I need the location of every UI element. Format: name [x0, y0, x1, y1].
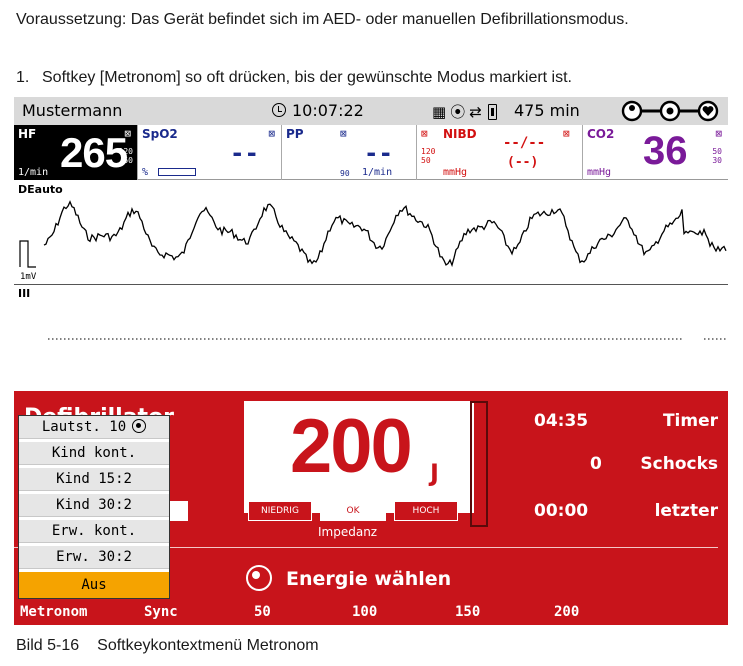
- caption-text: Softkeykontextmenü Metronom: [97, 637, 319, 654]
- impedance-ok: OK: [320, 501, 386, 521]
- co2-value: 36: [643, 129, 688, 173]
- alarm-off-icon: ⊠: [563, 127, 570, 140]
- clock-time: 10:07:22: [292, 101, 364, 120]
- alarm-off-icon: ⊠: [340, 127, 347, 140]
- pp-tile[interactable]: PP ⊠ -- 90 1/min: [282, 125, 417, 180]
- alarm-off-icon: ⊠: [421, 127, 428, 140]
- hr-unit: 1/min: [18, 167, 49, 178]
- timer-label: Timer: [662, 411, 718, 431]
- nibd-limits: 120 50: [421, 147, 436, 165]
- battery-runtime: 475 min: [514, 101, 580, 120]
- parameter-row: HF ⊠ 265 120 50 1/min SpO2 ⊠ -- % PP ⊠ --…: [14, 125, 728, 180]
- monitor-screen: Mustermann 10:07:22 ▦⦿⇄ 475 min HF ⊠ 265…: [14, 97, 728, 625]
- calibration-pulse: [19, 240, 36, 268]
- spo2-label: SpO2: [142, 127, 178, 141]
- co2-limits: 50 30: [712, 147, 722, 165]
- last-shock-value: 00:00: [534, 501, 589, 521]
- nibd-mean: (--): [507, 155, 539, 170]
- patient-name[interactable]: Mustermann: [22, 101, 122, 120]
- nibd-tile[interactable]: ⊠ NIBD 120 50 mmHg --/-- (--) ⊠: [417, 125, 583, 180]
- co2-label: CO2: [587, 127, 615, 141]
- panel-field: [168, 501, 188, 521]
- spo2-unit: %: [142, 167, 149, 178]
- menu-item-adult-30-2[interactable]: Erw. 30:2: [19, 546, 169, 569]
- impedance-label: Impedanz: [318, 525, 378, 539]
- step-text: Softkey [Metronom] so oft drücken, bis d…: [42, 69, 572, 86]
- softkey-metronom[interactable]: Metronom: [20, 604, 87, 620]
- step-instruction: 1. Softkey [Metronom] so oft drücken, bis…: [16, 68, 572, 87]
- menu-item-child-15-2[interactable]: Kind 15:2: [19, 468, 169, 491]
- menu-item-off[interactable]: Aus: [19, 572, 169, 598]
- shocks-value: 0: [590, 454, 602, 474]
- ecg-lead-1: DEauto 1mV: [14, 181, 728, 285]
- pp-unit: 1/min: [362, 167, 393, 178]
- intro-text: Voraussetzung: Das Gerät befindet sich i…: [16, 11, 629, 28]
- hr-limits: 120 50: [118, 147, 133, 165]
- hr-value: 265: [60, 129, 128, 176]
- rotary-knob-icon: [246, 565, 272, 591]
- clock: 10:07:22: [272, 101, 364, 120]
- step-number: 1.: [16, 69, 30, 86]
- softkey-50[interactable]: 50: [254, 604, 271, 620]
- nibd-label: NIBD: [443, 127, 477, 141]
- ecg-lead-2: III: [14, 285, 728, 389]
- status-icons: ▦⦿⇄: [432, 101, 504, 122]
- softkey-bar: Metronom Sync 50 100 150 200: [14, 603, 728, 625]
- nibd-value: --/--: [503, 135, 546, 151]
- figure-caption: Bild 5-16 Softkeykontextmenü Metronom: [16, 636, 319, 655]
- impedance-low: NIEDRIG: [248, 501, 312, 521]
- softkey-100[interactable]: 100: [352, 604, 377, 620]
- menu-item-adult-continuous[interactable]: Erw. kont.: [19, 520, 169, 543]
- pp-limit: 90: [340, 169, 350, 178]
- clock-icon: [272, 103, 286, 117]
- last-shock-label: letzter: [654, 501, 718, 521]
- co2-unit: mmHg: [587, 167, 612, 178]
- alarm-off-icon: ⊠: [268, 127, 275, 140]
- hr-label: HF: [18, 127, 37, 141]
- charge-bar: [470, 401, 488, 527]
- wireless-icon: ⦿: [450, 103, 470, 121]
- ecg-flatline: [48, 338, 726, 340]
- menu-item-child-30-2[interactable]: Kind 30:2: [19, 494, 169, 517]
- energy-select-label: Energie wählen: [286, 568, 452, 590]
- energy-display: 200 J: [244, 401, 474, 513]
- rotary-knob-icon: [132, 419, 147, 433]
- caption-number: Bild 5-16: [16, 637, 80, 654]
- status-bar: Mustermann 10:07:22 ▦⦿⇄ 475 min: [14, 97, 728, 125]
- spo2-pleth-bar: [158, 168, 196, 176]
- scale-label: 1mV: [20, 272, 37, 282]
- energy-unit: J: [430, 459, 439, 487]
- co2-tile[interactable]: CO2 ⊠ 36 50 30 mmHg: [583, 125, 728, 180]
- menu-item-volume[interactable]: Lautst. 10: [19, 416, 169, 439]
- spo2-tile[interactable]: SpO2 ⊠ -- %: [138, 125, 282, 180]
- shocks-label: Schocks: [640, 454, 718, 474]
- pp-value: --: [364, 139, 393, 167]
- energy-select[interactable]: Energie wählen: [246, 565, 451, 591]
- softkey-200[interactable]: 200: [554, 604, 579, 620]
- ecg-waveform: 1mV: [19, 200, 727, 282]
- softkey-150[interactable]: 150: [455, 604, 480, 620]
- sd-card-icon: ▦: [432, 103, 451, 121]
- alarm-off-icon: ⊠: [715, 127, 722, 140]
- menu-item-child-continuous[interactable]: Kind kont.: [19, 442, 169, 465]
- metronom-context-menu: Lautst. 10 Kind kont. Kind 15:2 Kind 30:…: [18, 415, 170, 599]
- defib-panel: Defibrillator 200 J NIEDRIG OK HOCH Impe…: [14, 391, 728, 625]
- transfer-icon: ⇄: [469, 103, 486, 121]
- spo2-value: --: [230, 139, 259, 167]
- energy-value: 200: [290, 404, 413, 489]
- hr-tile[interactable]: HF ⊠ 265 120 50 1/min: [14, 125, 138, 180]
- timer-value: 04:35: [534, 411, 589, 431]
- pp-label: PP: [286, 127, 304, 141]
- nibd-unit: mmHg: [443, 167, 468, 178]
- softkey-sync[interactable]: Sync: [144, 604, 178, 620]
- mode-icons: [621, 100, 719, 122]
- battery-icon: [487, 104, 497, 120]
- ecg-trace: [43, 200, 727, 268]
- impedance-high: HOCH: [394, 501, 458, 521]
